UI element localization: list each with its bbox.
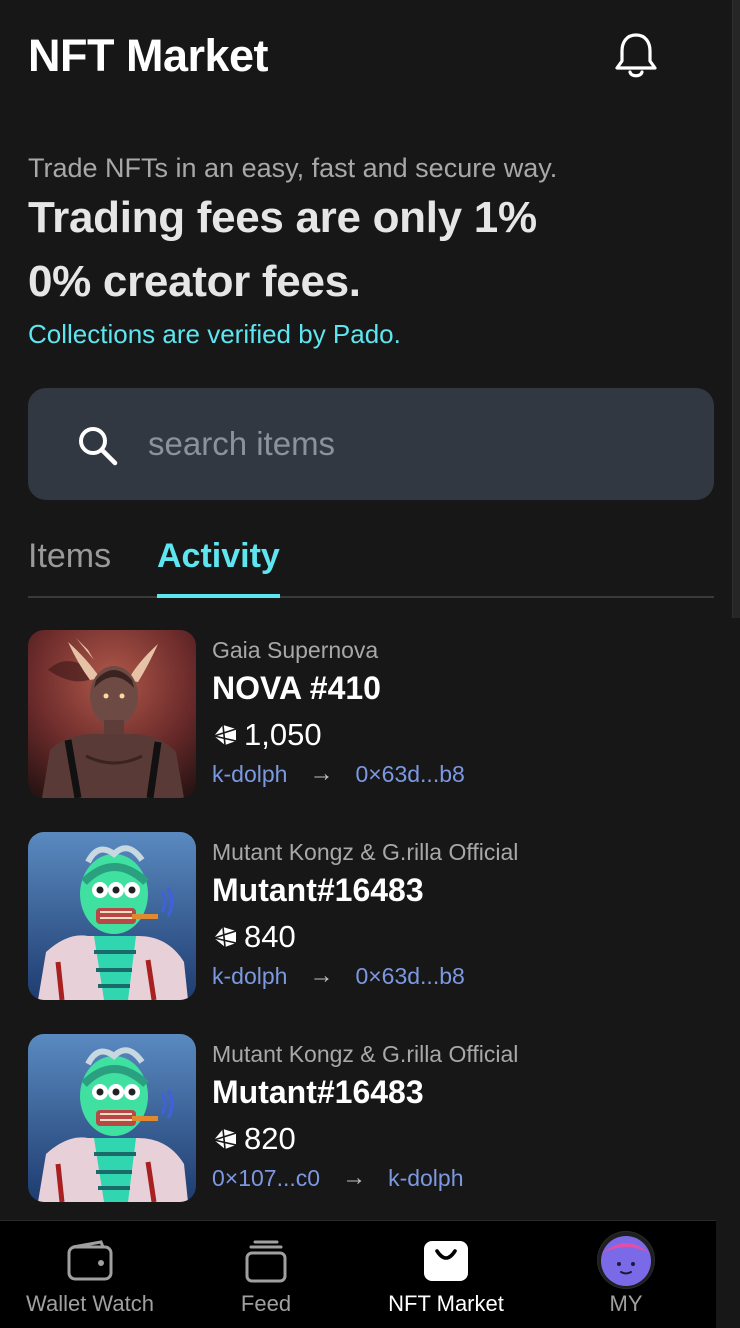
item-price: 820 <box>212 1116 712 1162</box>
headline-creator-fees: 0% creator fees. <box>28 257 361 306</box>
nav-nft-market[interactable]: NFT Market <box>356 1221 536 1328</box>
tab-items[interactable]: Items <box>28 530 111 596</box>
nav-wallet-watch[interactable]: Wallet Watch <box>0 1221 180 1328</box>
nft-thumbnail-mutant[interactable] <box>28 1034 196 1202</box>
price-value: 840 <box>244 919 296 954</box>
tab-bar: Items Activity <box>28 530 714 598</box>
scrollbar[interactable] <box>732 0 740 618</box>
nav-label: MY <box>609 1291 643 1316</box>
price-value: 1,050 <box>244 717 322 752</box>
search-input[interactable] <box>148 414 688 474</box>
list-item[interactable]: Mutant Kongz & G.rilla Official Mutant#1… <box>28 1034 714 1204</box>
header: NFT Market <box>28 28 668 88</box>
tab-activity[interactable]: Activity <box>157 530 280 598</box>
wallet-icon <box>67 1240 113 1281</box>
item-name[interactable]: Mutant#16483 <box>212 1070 712 1114</box>
bottom-navigation: Wallet Watch Feed NFT Market MY <box>0 1220 716 1328</box>
price-value: 820 <box>244 1121 296 1156</box>
transfer-info: 0×107...c0 → k-dolph <box>212 1162 712 1194</box>
from-address-link[interactable]: k-dolph <box>212 960 287 992</box>
page-title: NFT Market <box>28 30 269 81</box>
klay-token-icon <box>213 1128 237 1150</box>
search-bar[interactable] <box>28 388 714 500</box>
item-price: 1,050 <box>212 712 712 758</box>
nft-thumbnail-mutant[interactable] <box>28 832 196 1000</box>
nft-thumbnail-nova[interactable] <box>28 630 196 798</box>
avatar <box>597 1231 655 1289</box>
to-address-link[interactable]: k-dolph <box>388 1162 463 1194</box>
arrow-right-icon: → <box>309 962 334 989</box>
from-address-link[interactable]: k-dolph <box>212 758 287 790</box>
klay-token-icon <box>213 926 237 948</box>
arrow-right-icon: → <box>309 760 334 787</box>
klay-token-icon <box>213 724 237 746</box>
to-address-link[interactable]: 0×63d...b8 <box>355 960 464 992</box>
nav-feed[interactable]: Feed <box>176 1221 356 1328</box>
nav-my[interactable]: MY <box>536 1221 716 1328</box>
bell-icon[interactable] <box>612 30 660 82</box>
verified-notice: Collections are verified by Pado. <box>28 319 401 349</box>
transfer-info: k-dolph → 0×63d...b8 <box>212 960 712 992</box>
headline-fees: Trading fees are only 1% <box>28 193 537 242</box>
item-name[interactable]: NOVA #410 <box>212 666 712 710</box>
feed-icon <box>245 1240 287 1283</box>
list-item[interactable]: Mutant Kongz & G.rilla Official Mutant#1… <box>28 832 714 1002</box>
list-item[interactable]: Gaia Supernova NOVA #410 1,050 k-dolph →… <box>28 630 714 800</box>
collection-name: Gaia Supernova <box>212 637 379 663</box>
intro-section: Trade NFTs in an easy, fast and secure w… <box>28 150 708 352</box>
search-icon <box>79 427 118 466</box>
arrow-right-icon: → <box>342 1164 367 1191</box>
nav-label: Feed <box>240 1291 292 1316</box>
collection-name: Mutant Kongz & G.rilla Official <box>212 839 519 865</box>
tagline: Trade NFTs in an easy, fast and secure w… <box>28 153 558 183</box>
from-address-link[interactable]: 0×107...c0 <box>212 1162 320 1194</box>
shopping-bag-icon <box>424 1241 468 1281</box>
collection-name: Mutant Kongz & G.rilla Official <box>212 1041 519 1067</box>
item-price: 840 <box>212 914 712 960</box>
item-meta: Mutant Kongz & G.rilla Official Mutant#1… <box>212 838 712 992</box>
transfer-info: k-dolph → 0×63d...b8 <box>212 758 712 790</box>
item-name[interactable]: Mutant#16483 <box>212 868 712 912</box>
nav-label: Wallet Watch <box>26 1291 154 1316</box>
item-meta: Gaia Supernova NOVA #410 1,050 k-dolph →… <box>212 636 712 790</box>
item-meta: Mutant Kongz & G.rilla Official Mutant#1… <box>212 1040 712 1194</box>
nav-label: NFT Market <box>388 1291 504 1316</box>
to-address-link[interactable]: 0×63d...b8 <box>355 758 464 790</box>
